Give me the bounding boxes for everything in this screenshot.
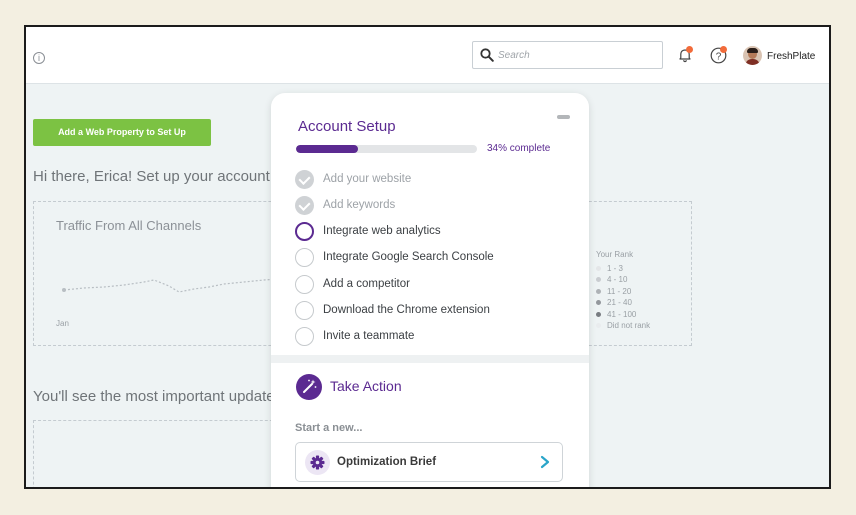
check-circle-icon <box>295 169 314 189</box>
empty-circle-icon <box>295 274 314 294</box>
take-action-title: Take Action <box>330 378 402 394</box>
empty-circle-icon <box>295 247 314 267</box>
setup-step-add-competitor[interactable]: Add a competitor <box>295 274 410 294</box>
help-notification-dot <box>720 46 727 53</box>
add-web-property-button[interactable]: Add a Web Property to Set Up <box>33 119 211 146</box>
section-divider <box>271 355 589 363</box>
legend-item: 11 - 20 <box>596 286 650 298</box>
account-name[interactable]: FreshPlate <box>767 51 815 62</box>
legend-item: Did not rank <box>596 320 650 332</box>
notification-dot <box>686 46 693 53</box>
help-button[interactable]: ? <box>710 46 727 64</box>
updates-panel <box>33 420 293 487</box>
traffic-sparkline <box>62 278 280 293</box>
rank-legend-title: Your Rank <box>596 250 634 259</box>
svg-text:?: ? <box>716 51 722 62</box>
progress-bar <box>296 145 477 153</box>
legend-item: 4 - 10 <box>596 274 650 286</box>
search-box[interactable] <box>472 41 663 69</box>
magic-wand-icon <box>296 374 322 400</box>
progress-fill <box>296 145 358 153</box>
setup-step-add-keywords[interactable]: Add keywords <box>295 195 395 215</box>
account-setup-card: Account Setup 34% complete Add your webs… <box>271 93 589 487</box>
app-window: i ? FreshPlate <box>24 25 831 489</box>
empty-circle-icon <box>295 326 314 346</box>
setup-step-add-website[interactable]: Add your website <box>295 169 411 189</box>
check-circle-icon <box>295 195 314 215</box>
empty-circle-icon <box>295 300 314 320</box>
minimize-button[interactable] <box>557 115 570 119</box>
optimization-brief-label: Optimization Brief <box>337 456 437 468</box>
info-icon[interactable]: i <box>33 52 45 64</box>
setup-step-integrate-analytics[interactable]: Integrate web analytics <box>295 221 441 241</box>
legend-item: 41 - 100 <box>596 309 650 321</box>
search-input[interactable] <box>498 46 658 64</box>
updates-text: You'll see the most important updates l <box>33 388 290 405</box>
chevron-right-icon <box>540 455 550 469</box>
gear-icon <box>305 450 330 475</box>
optimization-brief-button[interactable]: Optimization Brief <box>295 442 563 482</box>
x-axis-label: Jan <box>56 319 69 328</box>
traffic-panel-title: Traffic From All Channels <box>56 218 202 233</box>
setup-step-search-console[interactable]: Integrate Google Search Console <box>295 247 494 267</box>
search-icon <box>480 48 494 62</box>
top-bar: i ? FreshPlate <box>26 27 829 84</box>
progress-label: 34% complete <box>487 143 551 154</box>
notifications-button[interactable] <box>677 46 693 63</box>
rank-legend: Your Rank 1 - 3 4 - 10 11 - 20 21 - 40 4… <box>596 249 650 332</box>
card-title: Account Setup <box>298 118 396 135</box>
setup-step-chrome-extension[interactable]: Download the Chrome extension <box>295 300 490 320</box>
avatar[interactable] <box>743 46 762 65</box>
greeting-text: Hi there, Erica! Set up your account to … <box>33 168 299 185</box>
start-new-label: Start a new... <box>295 422 363 434</box>
active-circle-icon <box>295 221 314 241</box>
setup-step-invite-teammate[interactable]: Invite a teammate <box>295 326 414 346</box>
legend-item: 1 - 3 <box>596 263 650 275</box>
legend-item: 21 - 40 <box>596 297 650 309</box>
